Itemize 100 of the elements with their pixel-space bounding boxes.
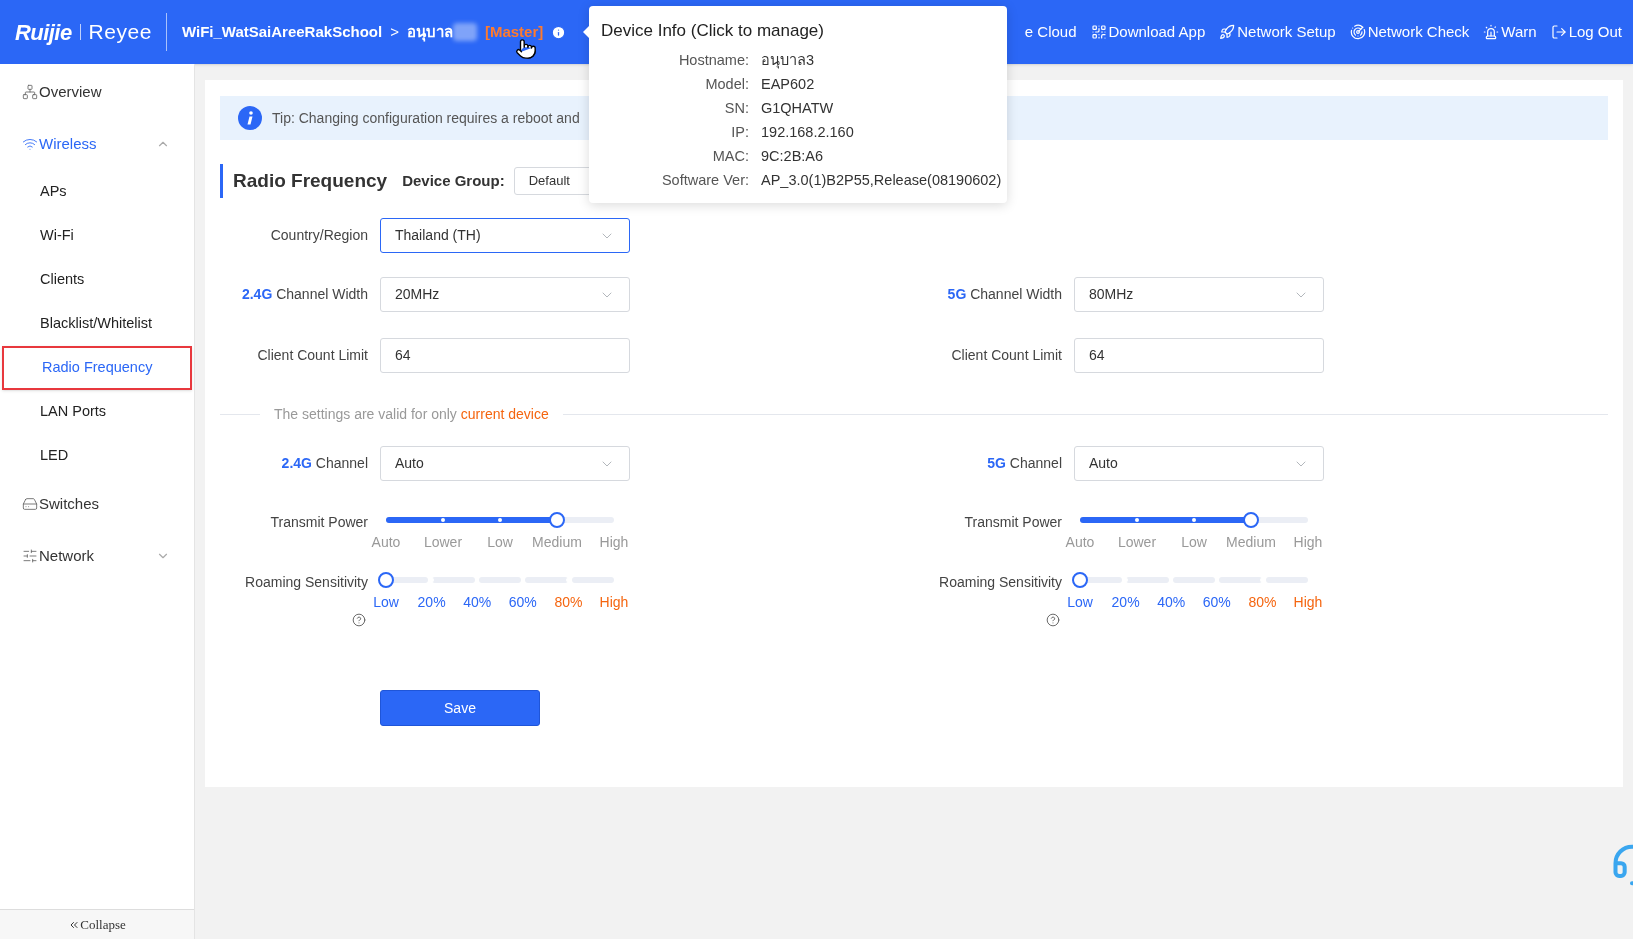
breadcrumb-separator: > (390, 21, 399, 42)
device-name[interactable]: อนุบาล (406, 20, 453, 44)
field-label: Roaming Sensitivity (244, 573, 368, 592)
qr-code-icon (1090, 24, 1107, 40)
collapse-button[interactable]: Collapse (0, 909, 194, 939)
info-value: G1QHATW (761, 99, 834, 117)
log-out-icon (1550, 24, 1567, 40)
dropdown-select[interactable]: 80MHz (1074, 277, 1324, 312)
slider-tick-label: Low (1181, 533, 1207, 552)
info-value: 192.168.2.160 (761, 123, 854, 141)
info-icon[interactable] (551, 24, 567, 40)
drive-icon (22, 496, 38, 512)
slider-tick-label: High (599, 593, 629, 612)
slider-thumb[interactable] (1072, 572, 1088, 588)
slider-tick-label: 80% (1248, 593, 1277, 612)
dropdown-select[interactable]: Auto (1074, 446, 1324, 481)
slider-tick-label: Medium (532, 533, 582, 552)
slider-tick-label: 60% (508, 593, 537, 612)
slider-tick-label: 40% (1157, 593, 1186, 612)
slider-tick-label: High (1293, 593, 1323, 612)
input-field[interactable]: 64 (1074, 338, 1324, 373)
nav-link[interactable]: Warn (1483, 20, 1537, 44)
field-label: Country/Region (269, 226, 368, 245)
slider-tick-label: High (599, 533, 629, 552)
popover-arrow (583, 26, 589, 38)
nav-link[interactable]: Download App (1090, 20, 1206, 44)
info-label: SN: (723, 99, 749, 117)
field-label: Roaming Sensitivity (938, 573, 1062, 592)
sidebar-item[interactable]: Overview (0, 66, 194, 118)
info-value: อนุบาล3 (761, 51, 815, 69)
alarm-icon (1483, 24, 1500, 40)
sidebar-subitem[interactable]: Radio Frequency (2, 346, 192, 390)
radar-icon (1349, 24, 1366, 40)
slider-thumb[interactable] (1243, 512, 1259, 528)
slider-tick-label: 60% (1202, 593, 1231, 612)
field-label: 5G Channel Width (946, 285, 1062, 304)
field-label: 5G Channel (986, 454, 1062, 473)
slider-tick-label: High (1293, 533, 1323, 552)
device-group-label: Device Group: (402, 170, 505, 191)
slider-tick-label: Low (487, 533, 513, 552)
dropdown-select[interactable]: Auto (380, 446, 630, 481)
sliders-icon (22, 548, 38, 564)
brand-logo: Ruijie (15, 18, 72, 47)
device-info-popover[interactable]: Device Info (Click to manage) Hostname: อนุบาล3 Model: EAP602 SN: G1QHATW IP: 192.168.2.160 MAC: 9C:2B:A6 Software Ver: AP_3.0(1)B2P55,Release(08190602) (589, 6, 1007, 203)
slider-tick-label: Low (1067, 593, 1093, 612)
help-icon[interactable] (1046, 613, 1060, 627)
redaction-mark (452, 23, 477, 41)
tip-text: Tip: Changing configuration requires a reboot and (272, 108, 580, 128)
info-label: Model: (704, 75, 749, 93)
slider-tick-label: Auto (1065, 533, 1095, 552)
slider-tick-label: Medium (1226, 533, 1276, 552)
field-label: Transmit Power (269, 513, 368, 532)
product-logo: Reyee (88, 19, 152, 46)
nav-link[interactable]: Network Check (1349, 20, 1470, 44)
nav-link[interactable]: e Cloud (1024, 20, 1077, 44)
wifi-icon (22, 136, 38, 152)
sidebar-subitem[interactable]: APs (2, 170, 192, 214)
slider-tick-label: Lower (1117, 533, 1157, 552)
info-label: Hostname: (677, 51, 749, 69)
info-icon (238, 106, 262, 130)
field-label: 2.4G Channel (280, 454, 368, 473)
sidebar-subitem[interactable]: Wi-Fi (2, 214, 192, 258)
slider-tick-label: 40% (463, 593, 492, 612)
info-label: IP: (730, 123, 749, 141)
sidebar-subitem[interactable]: Clients (2, 258, 192, 302)
slider-tick-label: 20% (1111, 593, 1140, 612)
save-button[interactable]: Save (380, 690, 540, 726)
field-label: Client Count Limit (950, 346, 1062, 365)
popover-title: Device Info (Click to manage) (601, 20, 825, 42)
info-label: Software Ver: (660, 171, 749, 189)
section-title: Radio Frequency (233, 168, 388, 193)
field-label: Client Count Limit (256, 346, 368, 365)
field-label: Transmit Power (963, 513, 1062, 532)
dropdown-select[interactable]: Thailand (TH) (380, 218, 630, 253)
info-label: MAC: (711, 147, 749, 165)
sidebar-item[interactable]: Wireless (0, 118, 194, 170)
sidebar-subitem[interactable]: Blacklist/Whitelist (2, 302, 192, 346)
info-value: EAP602 (761, 75, 815, 93)
rocket-icon (1219, 24, 1236, 40)
settings-note: The settings are valid for only current device (273, 404, 550, 424)
slider-tick-label: Lower (423, 533, 463, 552)
sidebar-item[interactable]: Network (0, 530, 194, 582)
input-field[interactable]: 64 (380, 338, 630, 373)
help-icon[interactable] (352, 613, 366, 627)
sidebar-subitem[interactable]: LED (2, 434, 192, 478)
slider-thumb[interactable] (378, 572, 394, 588)
dropdown-select[interactable]: 20MHz (380, 277, 630, 312)
info-value: AP_3.0(1)B2P55,Release(08190602) (761, 171, 1002, 189)
sidebar-subitem[interactable]: LAN Ports (2, 390, 192, 434)
slider-tick-label: Low (373, 593, 399, 612)
slider-tick-label: 80% (554, 593, 583, 612)
info-value: 9C:2B:A6 (761, 147, 824, 165)
network-name[interactable]: WiFi_WatSaiAreeRakSchool (181, 20, 383, 44)
sidebar-item[interactable]: Switches (0, 478, 194, 530)
slider-thumb[interactable] (549, 512, 565, 528)
slider-tick-label: Auto (371, 533, 401, 552)
network-icon (22, 84, 38, 100)
field-label: 2.4G Channel Width (240, 285, 368, 304)
nav-link[interactable]: Network Setup (1219, 20, 1336, 44)
nav-link[interactable]: Log Out (1550, 20, 1622, 44)
